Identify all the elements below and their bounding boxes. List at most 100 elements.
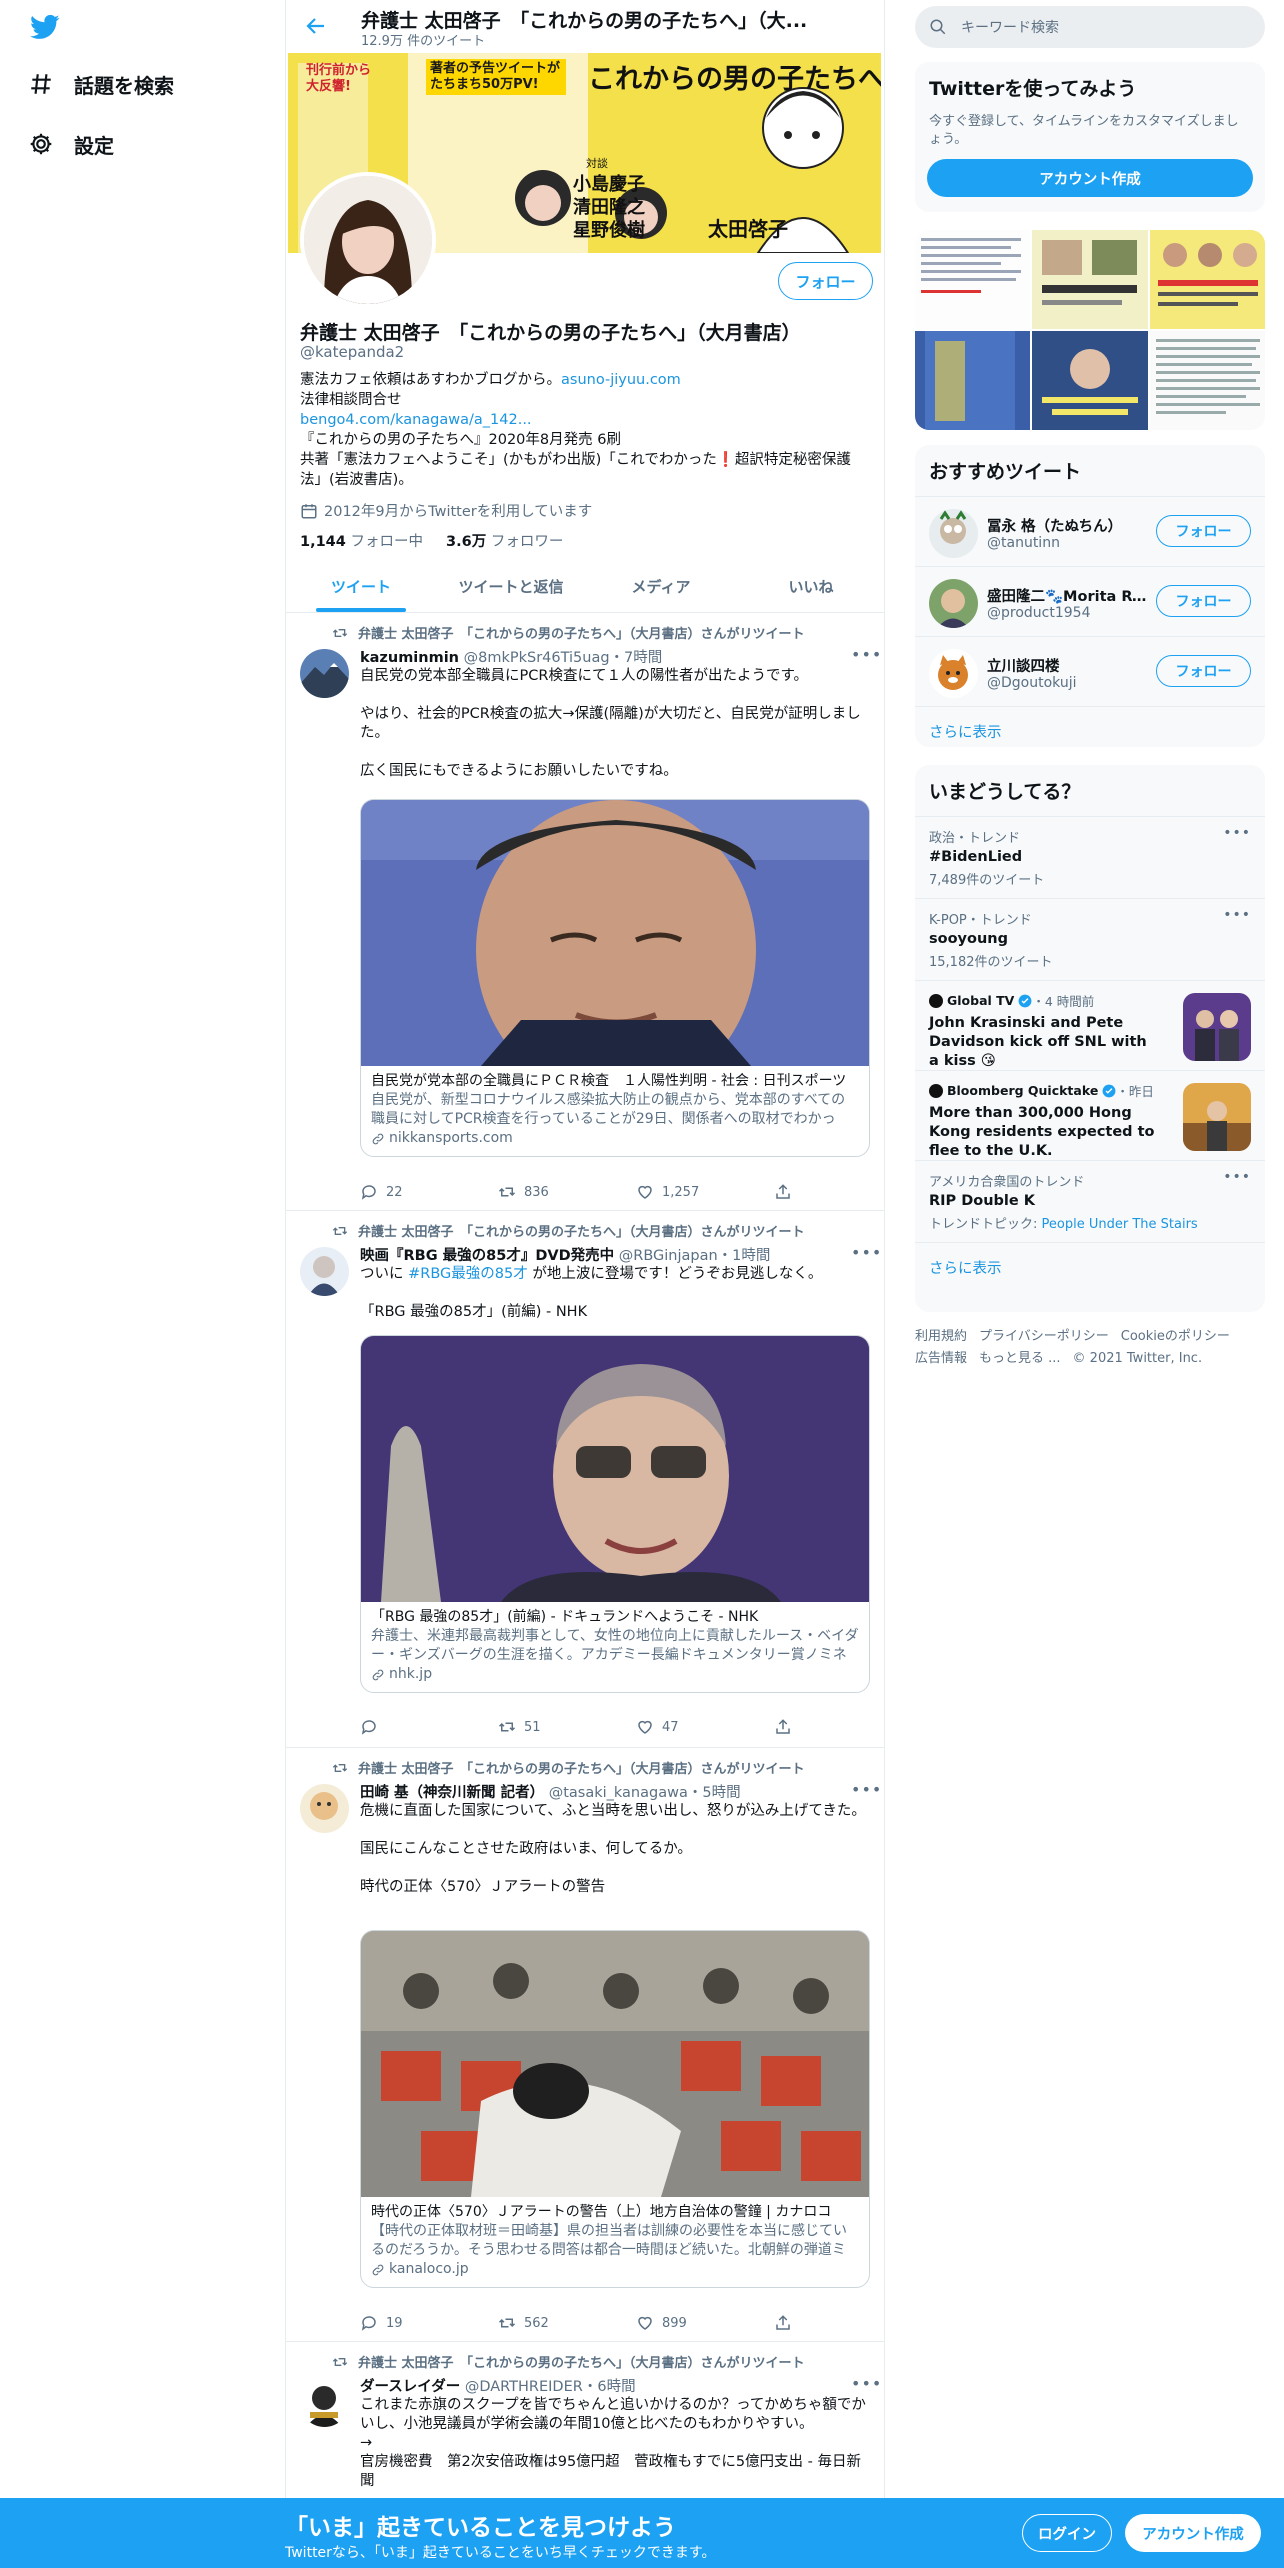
like-button[interactable]: 1,257 <box>636 1183 716 1201</box>
trend-item[interactable]: アメリカ合衆国のトレンド RIP Double K トレンドトピック: Peop… <box>915 1160 1265 1242</box>
media-thumbnail[interactable] <box>915 331 1031 430</box>
followers-count: 3.6万 <box>446 534 487 550</box>
tweet-meta: @tasaki_kanagawa・5時間 <box>548 1785 741 1801</box>
bio-text: 憲法カフェ依頼はあすわかブログから。 <box>300 372 561 388</box>
trend-topic-link[interactable]: People Under The Stairs <box>1042 1217 1198 1232</box>
footer-link[interactable]: Cookieのポリシー <box>1121 1329 1230 1344</box>
link-card[interactable]: 自民党が党本部の全職員にＰＣＲ検査 １人陽性判明 - 社会 : 日刊スポーツ 自… <box>360 799 870 1157</box>
avatar[interactable] <box>300 1784 349 1833</box>
suggested-user[interactable]: 冨永 格（たぬちん） @tanutinn フォロー <box>915 496 1265 566</box>
footer-link[interactable]: プライバシーポリシー <box>979 1329 1109 1344</box>
news-item[interactable]: Global TV ・4 時間前 John Krasinski and Pete… <box>915 980 1265 1070</box>
login-button[interactable]: ログイン <box>1022 2514 1112 2552</box>
follow-button[interactable]: フォロー <box>778 262 873 300</box>
reply-button[interactable]: 22 <box>360 1183 440 1201</box>
nav-settings[interactable]: 設定 <box>28 124 114 164</box>
back-arrow-icon[interactable] <box>304 14 328 38</box>
following-link[interactable]: 1,144 フォロー中 <box>300 534 423 550</box>
nav-explore[interactable]: 話題を検索 <box>28 64 174 104</box>
tab-tweets[interactable]: ツイート <box>286 560 436 612</box>
search-box[interactable]: キーワード検索 <box>915 6 1265 48</box>
share-button[interactable] <box>774 2314 800 2332</box>
follow-button[interactable]: フォロー <box>1156 655 1251 687</box>
card-domain: nikkansports.com <box>371 1129 859 1148</box>
retweet-button[interactable]: 836 <box>498 1183 578 1201</box>
reply-button[interactable] <box>360 1718 440 1736</box>
tweet[interactable]: 弁護士 太田啓子 「これからの男の子たちへ」（大月書店）さんがリツイート kaz… <box>286 613 884 1211</box>
show-more-link[interactable]: さらに表示 <box>915 1242 1265 1292</box>
media-thumbnail[interactable] <box>915 230 1031 329</box>
tweet-author[interactable]: 田崎 基（神奈川新聞 記者） <box>360 1785 544 1801</box>
share-button[interactable] <box>774 1718 800 1736</box>
retweet-button[interactable]: 562 <box>498 2314 578 2332</box>
twitter-logo-icon[interactable] <box>28 12 62 42</box>
reply-button[interactable]: 19 <box>360 2314 440 2332</box>
avatar-image <box>304 176 432 304</box>
show-more-link[interactable]: さらに表示 <box>915 706 1265 747</box>
hashtag-link[interactable]: #RBG最強の85才 <box>408 1266 528 1282</box>
signup-button[interactable]: アカウント作成 <box>1125 2514 1261 2552</box>
more-options-icon[interactable]: ••• <box>1223 907 1251 923</box>
banner-name: 星野俊樹 <box>573 220 645 241</box>
footer-link[interactable]: もっと見る ... <box>979 1351 1061 1366</box>
media-thumbnail[interactable] <box>1032 230 1148 329</box>
avatar[interactable] <box>300 2378 349 2427</box>
tweet[interactable]: 弁護士 太田啓子 「これからの男の子たちへ」（大月書店）さんがリツイート 田崎 … <box>286 1748 884 2342</box>
more-options-icon[interactable]: ••• <box>851 2374 882 2393</box>
trend-name: sooyoung <box>929 931 1008 947</box>
tweet-author[interactable]: ダースレイダー <box>360 2379 460 2395</box>
more-options-icon[interactable]: ••• <box>1223 825 1251 841</box>
footer-link[interactable]: 利用規約 <box>915 1329 967 1344</box>
footer-link[interactable]: 広告情報 <box>915 1351 967 1366</box>
more-options-icon[interactable]: ••• <box>851 645 882 664</box>
create-account-button[interactable]: アカウント作成 <box>927 159 1253 197</box>
more-options-icon[interactable]: ••• <box>851 1243 882 1262</box>
follow-button[interactable]: フォロー <box>1156 515 1251 547</box>
media-thumbnail[interactable] <box>1032 331 1148 430</box>
retweet-icon <box>332 628 348 637</box>
banner-name: 清田隆之 <box>573 197 645 218</box>
tab-media[interactable]: メディア <box>586 560 736 612</box>
link-card[interactable]: 時代の正体〈570〉Ｊアラートの警告（上）地方自治体の警鐘 | カナロコ 【時代… <box>360 1930 870 2288</box>
bio-text: 法律相談問合せ <box>300 392 402 408</box>
nav-explore-label: 話題を検索 <box>74 73 174 98</box>
trend-item[interactable]: 政治・トレンド #BidenLied 7,489件のツイート ••• <box>915 816 1265 898</box>
tweet-header: 映画『RBG 最強の85才』DVD発売中 @RBGinjapan・1時間 <box>360 1244 840 1265</box>
avatar[interactable] <box>929 579 978 628</box>
gear-icon <box>30 133 52 155</box>
card-description: 弁護士、米連邦最高裁判事として、女性の地位向上に貢献したルース・ベイダー・ギンズ… <box>371 1628 859 1663</box>
more-options-icon[interactable]: ••• <box>1223 1169 1251 1185</box>
card-description: 自民党が、新型コロナウイルス感染拡大防止の観点から、党本部のすべての職員に対して… <box>371 1092 846 1127</box>
suggested-user[interactable]: 盛田隆二🐾Morita Ryuji @product1954 フォロー <box>915 566 1265 636</box>
search-input[interactable]: キーワード検索 <box>961 17 1059 37</box>
bio-link[interactable]: asuno-jiyuu.com <box>561 372 681 388</box>
profile-avatar[interactable] <box>300 172 436 308</box>
retweet-button[interactable]: 51 <box>498 1718 578 1736</box>
reply-icon <box>361 2316 376 2331</box>
avatar[interactable] <box>929 509 978 558</box>
follow-button[interactable]: フォロー <box>1156 585 1251 617</box>
suggested-user-handle: @tanutinn <box>987 535 1060 551</box>
tab-tweets-and-replies[interactable]: ツイートと返信 <box>436 560 586 612</box>
more-options-icon[interactable]: ••• <box>851 1780 882 1799</box>
share-button[interactable] <box>774 1183 800 1201</box>
link-card[interactable]: 「RBG 最強の85才」(前編) - ドキュランドへようこそ - NHK 弁護士… <box>360 1335 870 1693</box>
trend-item[interactable]: K-POP・トレンド sooyoung 15,182件のツイート ••• <box>915 898 1265 980</box>
avatar[interactable] <box>929 649 978 698</box>
tweet-author[interactable]: kazuminmin <box>360 650 459 666</box>
followers-link[interactable]: 3.6万 フォロワー <box>446 534 563 550</box>
news-item[interactable]: Bloomberg Quicktake ・昨日 More than 300,00… <box>915 1070 1265 1160</box>
tab-likes[interactable]: いいね <box>736 560 884 612</box>
suggested-user[interactable]: 立川談四楼 @Dgoutokuji フォロー <box>915 636 1265 706</box>
avatar[interactable] <box>300 649 349 698</box>
media-thumbnail[interactable] <box>1149 230 1265 329</box>
bio-link[interactable]: bengo4.com/kanagawa/a_142... <box>300 410 870 430</box>
media-thumbnail[interactable] <box>1149 331 1265 430</box>
like-button[interactable]: 47 <box>636 1718 716 1736</box>
tweet[interactable]: 弁護士 太田啓子 「これからの男の子たちへ」（大月書店）さんがリツイート 映画『… <box>286 1211 884 1748</box>
tweet-author[interactable]: 映画『RBG 最強の85才』DVD発売中 <box>360 1248 614 1264</box>
news-headline: John Krasinski and Pete Davidson kick of… <box>929 1015 1147 1069</box>
like-button[interactable]: 899 <box>636 2314 716 2332</box>
avatar[interactable] <box>300 1247 349 1296</box>
copyright: © 2021 Twitter, Inc. <box>1072 1351 1203 1366</box>
